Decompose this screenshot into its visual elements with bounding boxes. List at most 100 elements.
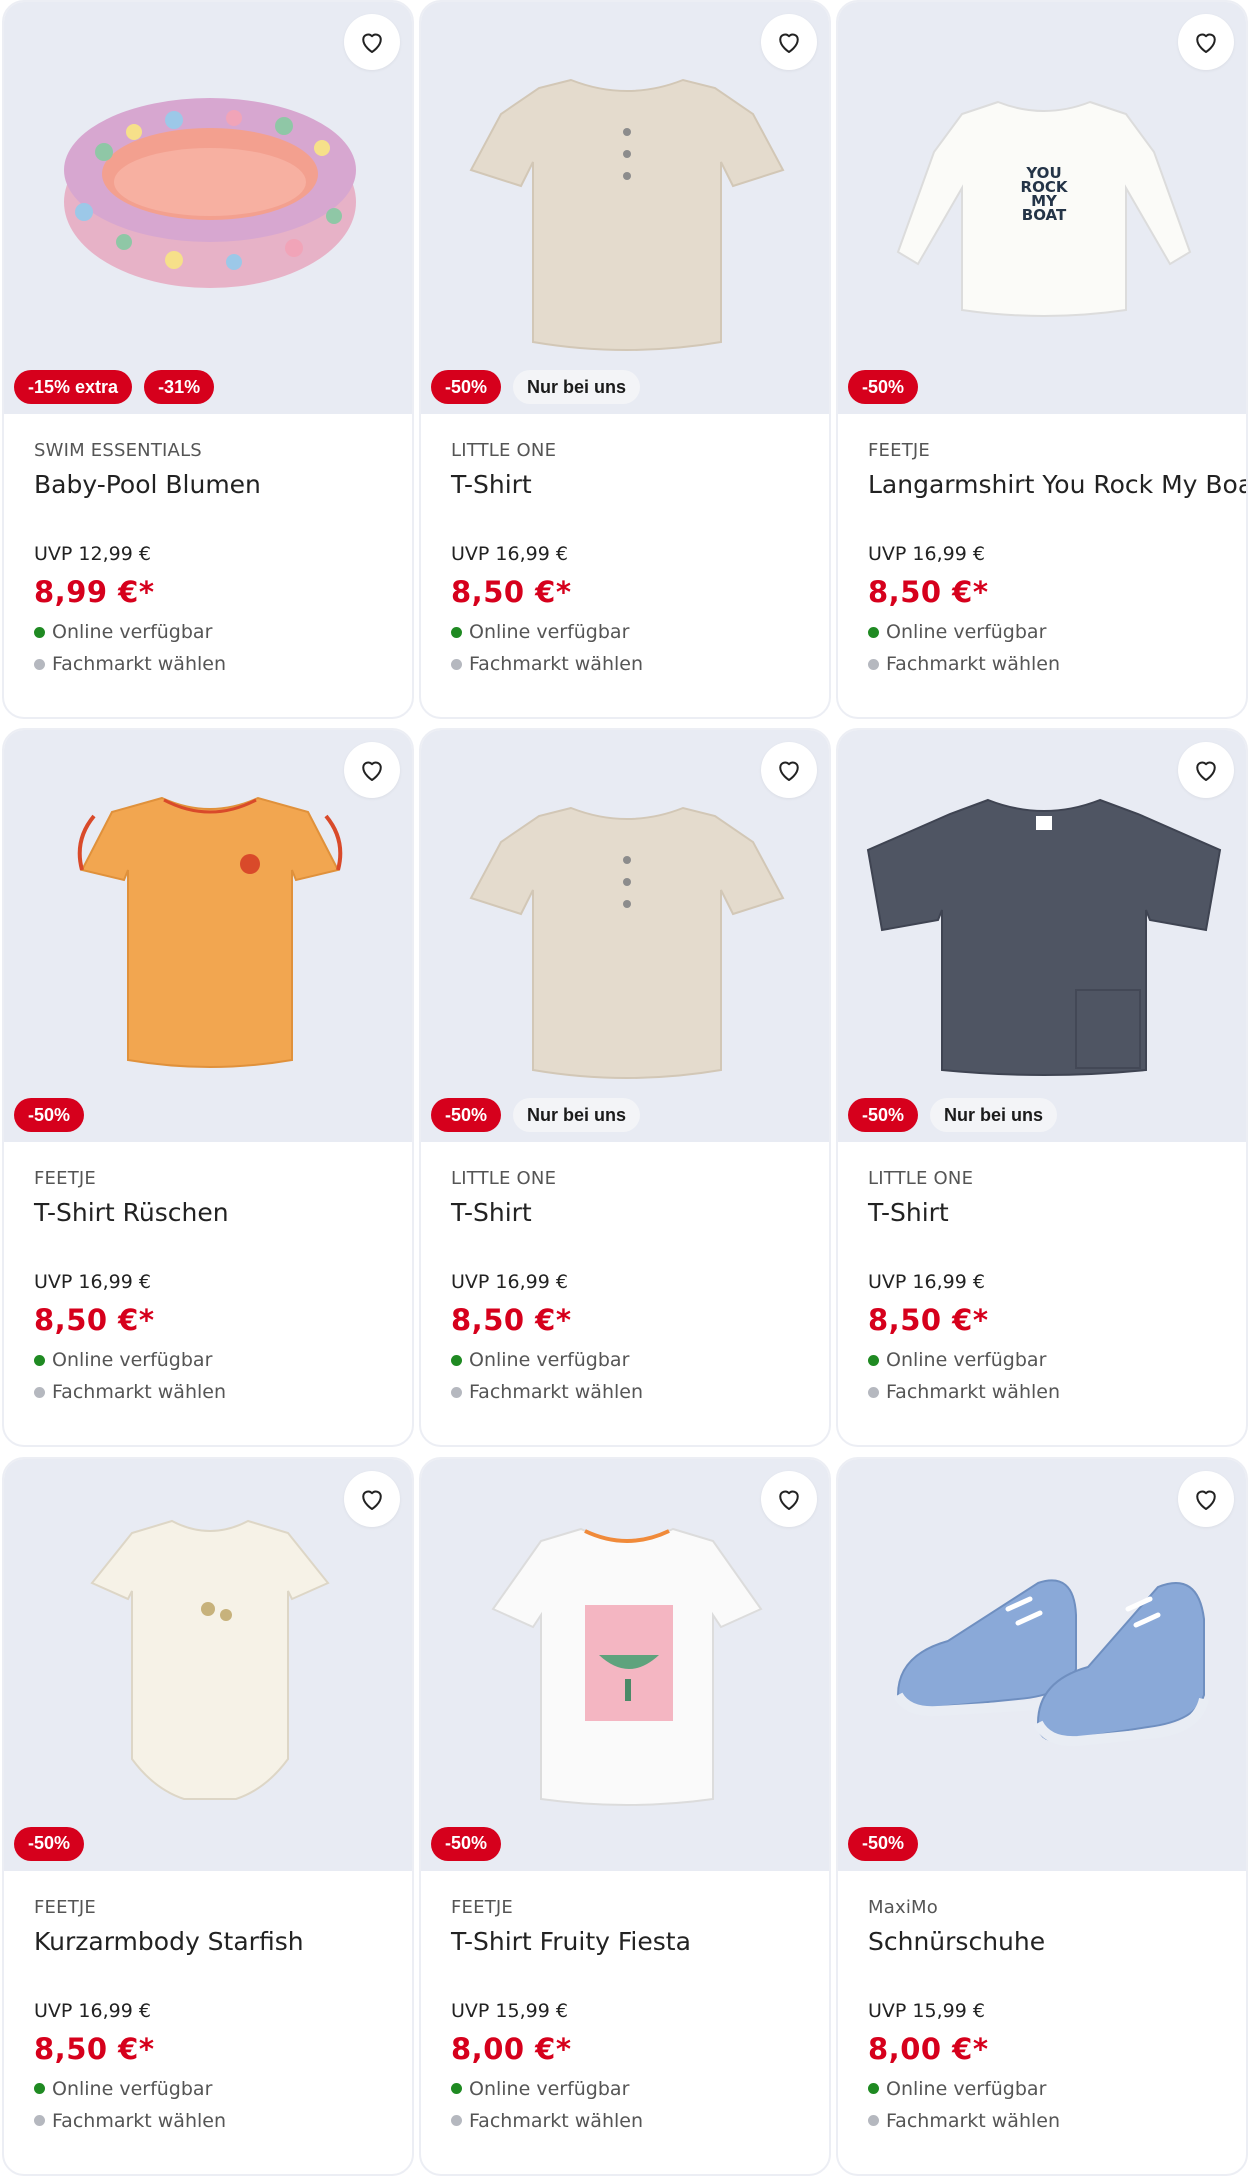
product-title[interactable]: T-Shirt <box>451 1197 799 1259</box>
online-availability: Online verfügbar <box>34 621 382 643</box>
shoes-icon <box>893 1579 1209 1746</box>
badge-list: -50% <box>848 370 919 404</box>
product-title[interactable]: T-Shirt Fruity Fiesta <box>451 1926 799 1988</box>
favorite-button[interactable] <box>1178 742 1234 799</box>
product-image[interactable]: -50% <box>838 1458 1246 1871</box>
heart-icon <box>362 1490 382 1510</box>
store-select-link[interactable]: Fachmarkt wählen <box>34 1381 382 1403</box>
exclusive-badge: Nur bei uns <box>513 370 641 404</box>
product-card[interactable]: -15% extra -31% SWIM ESSENTIALS Baby-Poo… <box>2 0 414 719</box>
favorite-button[interactable] <box>761 742 817 799</box>
favorite-button[interactable] <box>1178 1470 1234 1527</box>
online-label: Online verfügbar <box>469 621 630 643</box>
product-card[interactable]: -50% Nur bei uns LITTLE ONE T-Shirt UVP … <box>836 728 1248 1448</box>
store-select-link[interactable]: Fachmarkt wählen <box>34 653 382 675</box>
product-price: 8,00 €* <box>451 2031 572 2066</box>
product-title[interactable]: Schnürschuhe <box>868 1926 1216 1988</box>
store-label: Fachmarkt wählen <box>469 1381 644 1404</box>
favorite-button[interactable] <box>761 14 817 70</box>
product-title[interactable]: Langarmshirt You Rock My Boat <box>868 469 1246 531</box>
product-uvp: UVP 16,99 € <box>34 1271 151 1294</box>
product-brand: LITTLE ONE <box>868 1168 974 1190</box>
heart-icon <box>779 33 799 53</box>
store-dot-icon <box>451 1386 462 1398</box>
store-select-link[interactable]: Fachmarkt wählen <box>451 1381 799 1403</box>
product-title[interactable]: T-Shirt <box>451 469 799 531</box>
online-label: Online verfügbar <box>886 1349 1047 1372</box>
extra-discount-badge: -15% extra <box>14 370 133 404</box>
store-dot-icon <box>34 2115 45 2127</box>
product-grid: -15% extra -31% SWIM ESSENTIALS Baby-Poo… <box>0 0 1250 2178</box>
store-dot-icon <box>34 658 45 670</box>
available-dot-icon <box>34 626 45 638</box>
product-card[interactable]: -50% FEETJE Kurzarmbody Starfish UVP 16,… <box>2 1456 414 2176</box>
product-image[interactable]: -50% <box>4 1458 412 1871</box>
product-brand: LITTLE ONE <box>451 1168 557 1190</box>
favorite-button[interactable] <box>1178 14 1234 70</box>
shirt-icon <box>469 78 785 351</box>
heart-icon <box>779 761 799 782</box>
online-label: Online verfügbar <box>469 2077 630 2100</box>
available-dot-icon <box>868 626 879 638</box>
favorite-button[interactable] <box>344 742 400 799</box>
store-select-link[interactable]: Fachmarkt wählen <box>868 2110 1216 2132</box>
product-image[interactable]: YOU ROCK MY BOAT -50% <box>838 2 1246 414</box>
online-label: Online verfügbar <box>469 1349 630 1372</box>
product-image[interactable]: -50% Nur bei uns <box>838 730 1246 1143</box>
product-card[interactable]: -50% Nur bei uns LITTLE ONE T-Shirt UVP … <box>419 0 831 719</box>
product-image[interactable]: -50% <box>421 1458 829 1871</box>
store-select-link[interactable]: Fachmarkt wählen <box>451 653 799 675</box>
shirt-icon <box>866 799 1222 1077</box>
store-dot-icon <box>34 1386 45 1398</box>
store-dot-icon <box>868 658 879 670</box>
product-price: 8,99 €* <box>34 575 155 609</box>
product-image[interactable]: -50% Nur bei uns <box>421 2 829 414</box>
favorite-button[interactable] <box>344 1470 400 1527</box>
product-brand: FEETJE <box>34 1168 96 1190</box>
store-label: Fachmarkt wählen <box>469 653 644 675</box>
product-image[interactable]: -50% <box>4 730 412 1143</box>
store-select-link[interactable]: Fachmarkt wählen <box>868 1381 1216 1403</box>
product-brand: FEETJE <box>868 440 930 461</box>
online-label: Online verfügbar <box>52 621 213 643</box>
product-price: 8,50 €* <box>34 1303 155 1338</box>
product-card[interactable]: -50% Nur bei uns LITTLE ONE T-Shirt UVP … <box>419 728 831 1448</box>
heart-icon <box>1196 761 1216 782</box>
product-uvp: UVP 16,99 € <box>451 543 568 565</box>
heart-icon <box>362 761 382 782</box>
product-image[interactable]: -15% extra -31% <box>4 2 412 414</box>
online-availability: Online verfügbar <box>34 2078 382 2100</box>
heart-icon <box>362 33 382 53</box>
favorite-button[interactable] <box>761 1470 817 1527</box>
badge-list: -50% <box>431 1826 502 1861</box>
discount-badge: -50% <box>848 1098 919 1133</box>
badge-list: -50% <box>14 1826 85 1861</box>
product-title[interactable]: T-Shirt <box>868 1197 1216 1259</box>
discount-badge: -50% <box>848 1826 919 1861</box>
online-availability: Online verfügbar <box>868 621 1216 643</box>
product-brand: FEETJE <box>34 1896 96 1918</box>
product-card[interactable]: -50% FEETJE T-Shirt Rüschen UVP 16,99 € … <box>2 728 414 1448</box>
store-select-link[interactable]: Fachmarkt wählen <box>451 2110 799 2132</box>
store-label: Fachmarkt wählen <box>52 1381 227 1404</box>
available-dot-icon <box>34 2083 45 2095</box>
store-select-link[interactable]: Fachmarkt wählen <box>34 2110 382 2132</box>
product-title[interactable]: T-Shirt Rüschen <box>34 1197 382 1259</box>
product-image[interactable]: -50% Nur bei uns <box>421 730 829 1143</box>
exclusive-badge: Nur bei uns <box>513 1098 641 1133</box>
product-card[interactable]: -50% MaxiMo Schnürschuhe UVP 15,99 € 8,0… <box>836 1456 1248 2176</box>
product-uvp: UVP 15,99 € <box>868 1999 985 2022</box>
available-dot-icon <box>868 2083 879 2095</box>
shirt-print-line: BOAT <box>1022 206 1067 224</box>
product-uvp: UVP 15,99 € <box>451 1999 568 2022</box>
favorite-button[interactable] <box>344 14 400 70</box>
online-availability: Online verfügbar <box>34 1349 382 1371</box>
product-title[interactable]: Baby-Pool Blumen <box>34 469 382 531</box>
product-card[interactable]: YOU ROCK MY BOAT -50% FEETJE Langarmshir… <box>836 0 1248 719</box>
product-card[interactable]: -50% FEETJE T-Shirt Fruity Fiesta UVP 15… <box>419 1456 831 2176</box>
store-select-link[interactable]: Fachmarkt wählen <box>868 653 1216 675</box>
store-label: Fachmarkt wählen <box>886 2109 1061 2132</box>
badge-list: -50% <box>848 1826 919 1861</box>
product-title[interactable]: Kurzarmbody Starfish <box>34 1926 382 1988</box>
longsleeve-icon: YOU ROCK MY BOAT <box>896 100 1192 317</box>
